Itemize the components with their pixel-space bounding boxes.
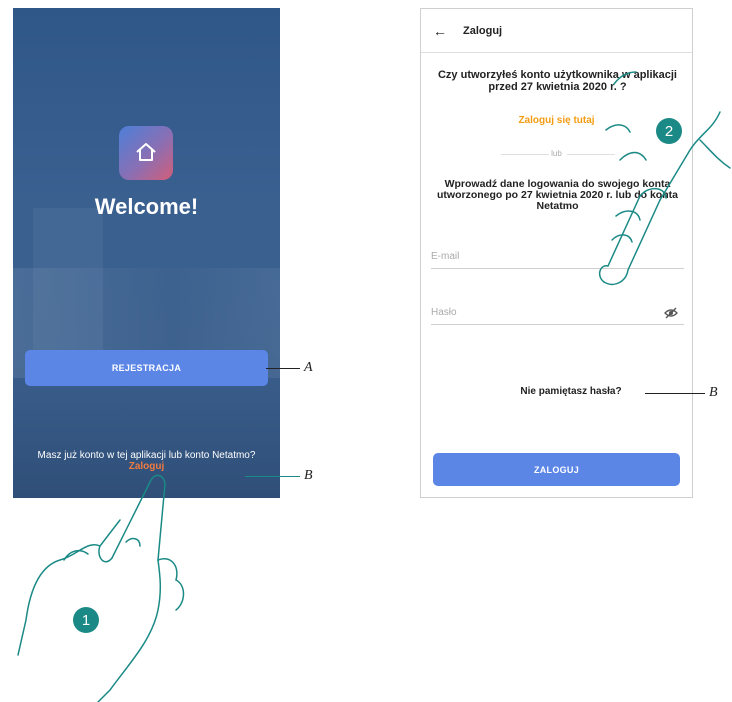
app-logo-icon	[119, 126, 173, 180]
home-icon	[136, 143, 156, 161]
register-button[interactable]: REJESTRACJA	[25, 350, 268, 386]
or-label: lub	[551, 149, 562, 158]
login-prompt-text: Masz już konto w tej aplikacji lub konto…	[37, 450, 256, 461]
password-placeholder: Hasło	[431, 307, 457, 318]
callout-line-a	[266, 368, 300, 369]
login-screen: ← Zaloguj Czy utworzyłeś konto użytkowni…	[420, 8, 693, 498]
step-1-badge: 1	[73, 607, 99, 633]
callout-label-b-left: B	[304, 468, 313, 483]
callout-label-b-right: B	[709, 385, 718, 400]
account-question: Czy utworzyłeś konto użytkownika w aplik…	[437, 69, 677, 93]
step-2-badge: 2	[656, 118, 682, 144]
email-field[interactable]: E-mail	[431, 249, 684, 269]
welcome-title: Welcome!	[94, 194, 199, 219]
back-arrow-icon[interactable]: ←	[433, 24, 447, 38]
page-title: Zaloguj	[463, 25, 503, 37]
background-blur	[33, 208, 103, 368]
callout-label-a: A	[304, 360, 313, 375]
login-link[interactable]: Zaloguj	[129, 461, 165, 472]
email-placeholder: E-mail	[431, 251, 460, 262]
callout-line-b-right	[645, 393, 705, 394]
pointing-hand-icon	[17, 474, 185, 702]
login-instructions: Wprowadź dane logowania do swojego konta…	[437, 178, 678, 212]
password-field[interactable]: Hasło	[431, 305, 684, 325]
login-here-link[interactable]: Zaloguj się tutaj	[421, 115, 692, 126]
login-prompt: Masz już konto w tej aplikacji lub konto…	[33, 450, 260, 472]
callout-line-b-left	[245, 476, 300, 477]
top-app-bar: ← Zaloguj	[421, 9, 692, 53]
welcome-screen: Welcome! REJESTRACJA Masz już konto w te…	[13, 8, 280, 498]
hide-password-icon[interactable]	[664, 307, 678, 319]
forgot-password-link[interactable]: Nie pamiętasz hasła?	[481, 386, 661, 397]
login-button[interactable]: ZALOGUJ	[433, 453, 680, 486]
